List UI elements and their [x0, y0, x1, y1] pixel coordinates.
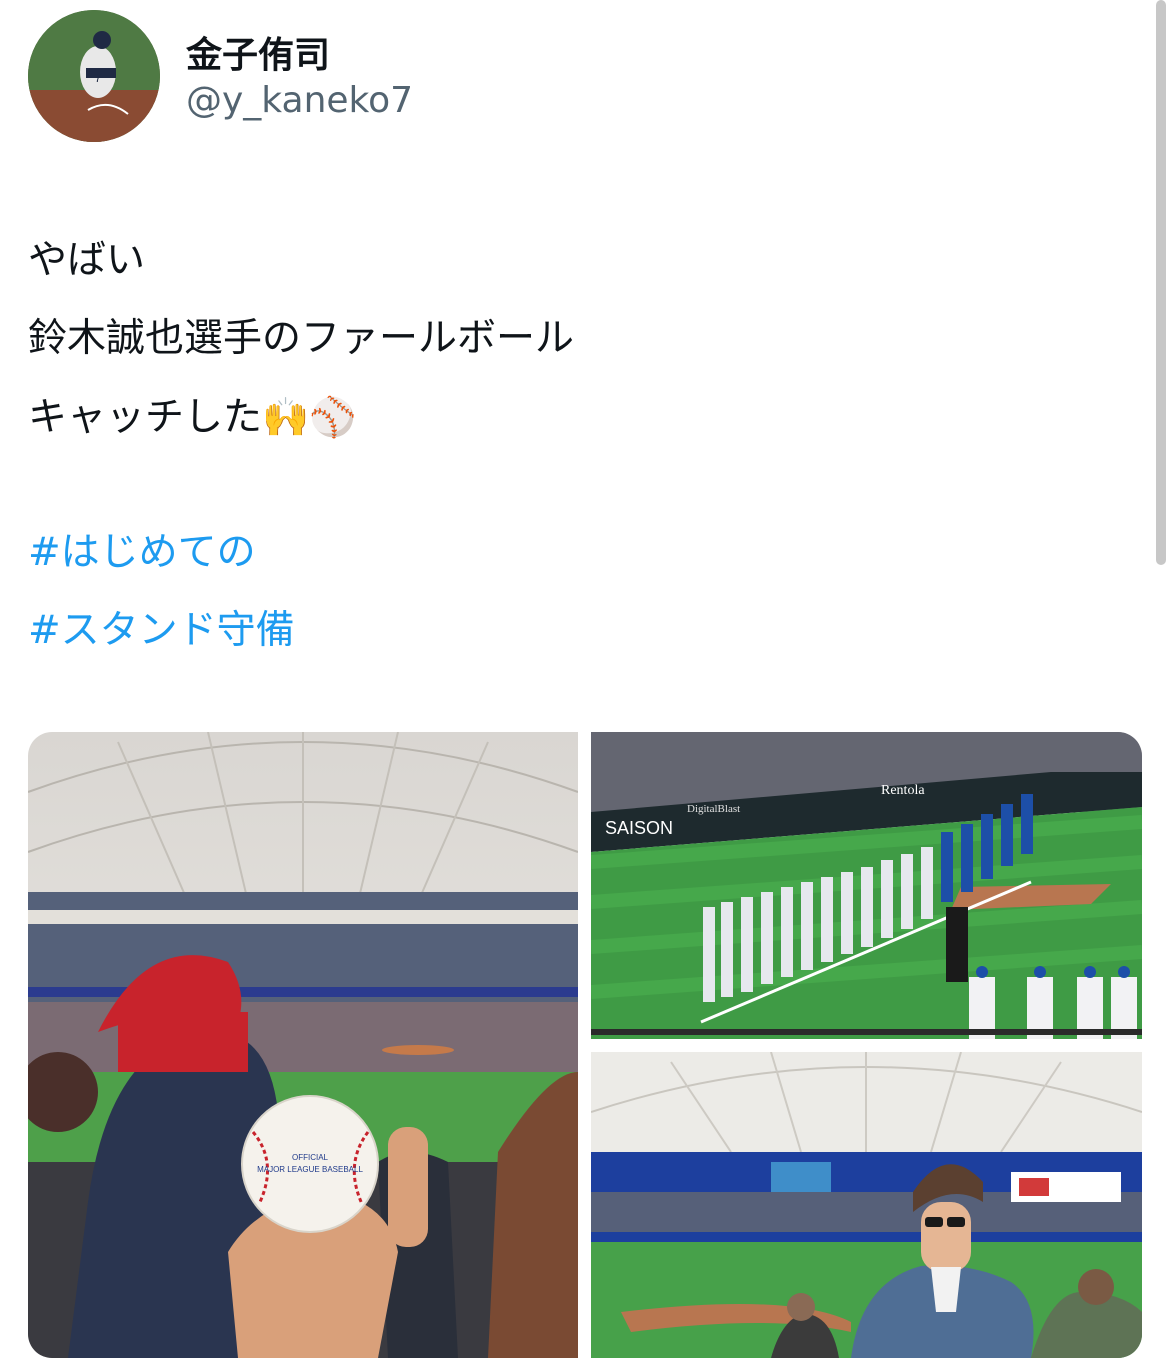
tweet-line-3-text: キャッチした	[28, 395, 263, 440]
raising-hands-emoji: 🙌	[262, 395, 310, 439]
tweet-line-3: キャッチした🙌⚾	[28, 378, 574, 457]
baseball-emoji: ⚾	[309, 395, 357, 439]
display-name[interactable]: 金子侑司	[186, 26, 330, 78]
tweet-text: やばい 鈴木誠也選手のファールボール キャッチした🙌⚾	[28, 222, 574, 457]
scrollbar[interactable]	[1156, 0, 1166, 565]
banner-rentola: Rentola	[881, 783, 925, 798]
photo-lineup[interactable]: SAISON DigitalBlast Rentola	[590, 732, 1142, 1039]
avatar-photo: 7	[28, 10, 160, 142]
svg-text:7: 7	[95, 71, 102, 85]
hashtag-hajimeteno[interactable]: #はじめての	[28, 514, 295, 592]
ball-text-official: OFFICIAL	[292, 1153, 329, 1162]
photo-selfie-stadium[interactable]	[590, 1051, 1142, 1358]
tweet-line-1: やばい	[28, 238, 146, 283]
banner-saison: SAISON	[605, 818, 673, 838]
media-grid: OFFICIAL MAJOR LEAGUE BASEBALL SAISON Di…	[28, 732, 1142, 1358]
banner-digitalblast: DigitalBlast	[687, 803, 740, 815]
ball-text-mlb: MAJOR LEAGUE BASEBALL	[257, 1165, 363, 1174]
photo-ball-catch[interactable]: OFFICIAL MAJOR LEAGUE BASEBALL	[28, 732, 579, 1358]
avatar[interactable]: 7	[28, 10, 160, 142]
user-handle[interactable]: @y_kaneko7	[186, 80, 413, 121]
hashtag-stand-shubi[interactable]: #スタンド守備	[28, 592, 295, 670]
hashtag-list: #はじめての #スタンド守備	[28, 514, 295, 670]
tweet-line-2: 鈴木誠也選手のファールボール	[28, 316, 575, 361]
